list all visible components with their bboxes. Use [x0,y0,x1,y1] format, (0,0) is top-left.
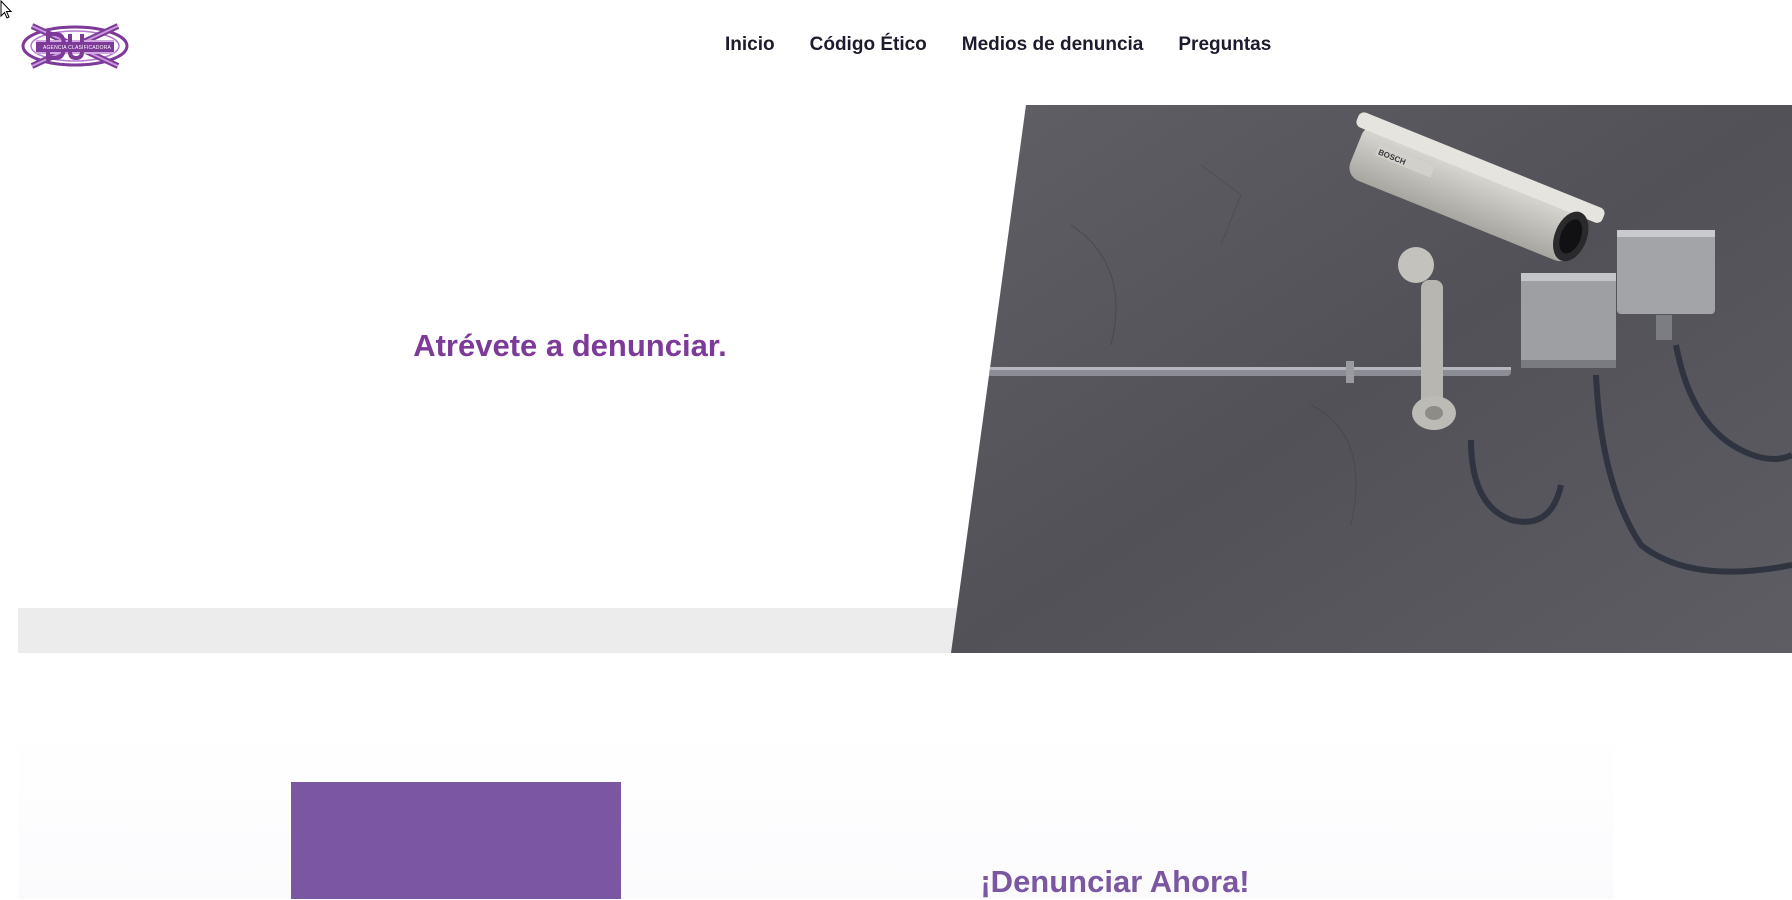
nav-medios-de-denuncia[interactable]: Medios de denuncia [962,34,1144,56]
cta-color-block [291,782,621,899]
nav-codigo-etico[interactable]: Código Ético [810,34,927,56]
denunciar-ahora-link[interactable]: ¡Denunciar Ahora! [870,864,1360,900]
main-nav: Inicio Código Ético Medios de denuncia P… [725,34,1271,56]
mouse-cursor-icon [0,0,13,19]
security-camera-photo: BOSCH [951,105,1792,653]
nav-preguntas[interactable]: Preguntas [1178,34,1271,56]
hero-image: BOSCH [951,105,1792,653]
logo-caption: AGENCIA CLASIFICADORA [42,45,112,51]
nav-inicio[interactable]: Inicio [725,34,775,56]
hero-title: Atrévete a denunciar. [413,327,727,363]
cta-section [18,727,1614,899]
